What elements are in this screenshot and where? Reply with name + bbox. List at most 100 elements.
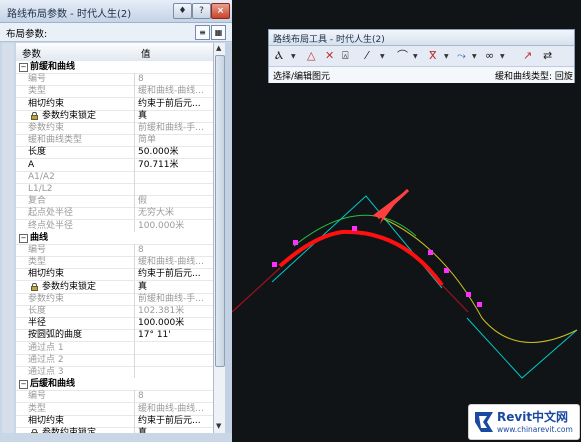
parameter-row[interactable]: 参数约束锁定 真: [16, 280, 213, 294]
scrollbar-thumb[interactable]: [215, 55, 225, 367]
section-header[interactable]: − 曲线: [16, 231, 213, 245]
grip-6[interactable]: [477, 302, 482, 307]
fixed-entity-icon[interactable]: ⴳ: [429, 47, 437, 64]
parameter-name: 编号: [28, 74, 47, 85]
parameter-grid[interactable]: − 前缓和曲线 编号 8 类型 缓和曲线-曲线... 相切约束 约束于前后元... 参数约束锁定…: [16, 61, 213, 433]
chevron-down-icon[interactable]: ▼: [380, 53, 385, 60]
parameter-name-cell: 通过点 1: [16, 341, 135, 354]
parameter-row[interactable]: 相切约束 约束于前后元...: [16, 414, 213, 428]
parameter-row[interactable]: 编号 8: [16, 73, 213, 87]
parameter-row[interactable]: 编号 8: [16, 244, 213, 257]
section-label: 后缓和曲线: [30, 379, 76, 390]
offset-curve-yellow: [381, 217, 578, 343]
grip-3[interactable]: [352, 226, 357, 231]
grip-5[interactable]: [444, 268, 449, 273]
parameter-row[interactable]: 类型 缓和曲线-曲线...: [16, 256, 213, 270]
parameter-value[interactable]: 真: [138, 427, 212, 433]
toolbar-title: 路线布局工具 - 时代人生(2): [273, 35, 385, 45]
parameter-name-cell: 按圆弧的曲度: [16, 329, 135, 342]
alignment-layout-toolbar: 路线布局工具 - 时代人生(2) Ⲁ ▼ △ ✕ ⍓ ⁄ ▼ ⌒ ▼ ⴳ ▼ ⤳ ▼ ∞ ▼…: [268, 29, 575, 83]
chevron-down-icon[interactable]: ▼: [413, 53, 418, 60]
section-header[interactable]: − 前缓和曲线: [16, 61, 213, 74]
grip-1[interactable]: [272, 262, 277, 267]
curve-tool-icon[interactable]: ⌒: [397, 47, 408, 64]
grip-7[interactable]: [466, 292, 471, 297]
parameter-row[interactable]: 缓和曲线类型 简单: [16, 134, 213, 148]
lock-icon[interactable]: [31, 111, 38, 120]
spiral-tool-icon[interactable]: ∞: [485, 47, 494, 64]
parameter-name-cell: 相切约束: [16, 414, 135, 427]
collapse-icon[interactable]: −: [19, 380, 28, 390]
line-tool-icon[interactable]: Ⲁ: [275, 47, 283, 64]
parameter-row[interactable]: A1/A2: [16, 170, 213, 184]
parameter-row[interactable]: 相切约束 约束于前后元...: [16, 97, 213, 111]
parameter-value[interactable]: 约束于前后元...: [138, 268, 212, 280]
parameter-row[interactable]: 复合 假: [16, 195, 213, 209]
reverse-icon[interactable]: ⇄: [543, 47, 552, 64]
section-label: 前缓和曲线: [30, 62, 76, 72]
parameter-row[interactable]: 编号 8: [16, 390, 213, 404]
tangent-line-2[interactable]: [466, 317, 578, 379]
chevron-down-icon[interactable]: ▼: [291, 53, 296, 60]
palette-pin-icon[interactable]: ♦: [173, 3, 192, 19]
parameter-row[interactable]: 类型 缓和曲线-曲线...: [16, 85, 213, 99]
list-view-icon[interactable]: ≡: [195, 25, 210, 40]
parameter-row[interactable]: 通过点 3: [16, 366, 213, 379]
collapse-icon[interactable]: −: [19, 63, 28, 72]
parameter-row[interactable]: 按圆弧的曲度 17° 11': [16, 329, 213, 343]
parameter-row[interactable]: 长度 50.000米: [16, 146, 213, 160]
tangent-line-icon[interactable]: ⁄: [366, 47, 368, 64]
parameter-name: 通过点 2: [28, 354, 64, 365]
section-header[interactable]: − 后缓和曲线: [16, 378, 213, 392]
palette-close-icon[interactable]: ×: [211, 3, 230, 19]
parameter-row[interactable]: 参数约束 前缓和曲线-手...: [16, 292, 213, 306]
parameter-name: 参数约束锁定: [42, 428, 97, 433]
parameter-row[interactable]: 终点处半径 100.000米: [16, 219, 213, 233]
parameter-value[interactable]: 100.000米: [138, 317, 212, 329]
toolbar-title-bar[interactable]: 路线布局工具 - 时代人生(2): [269, 30, 574, 46]
grip-4[interactable]: [428, 250, 433, 255]
parameter-value[interactable]: 真: [138, 281, 212, 293]
collapse-icon[interactable]: −: [19, 233, 28, 243]
parameter-row[interactable]: 半径 100.000米: [16, 317, 213, 331]
parameter-row[interactable]: A 70.711米: [16, 158, 213, 172]
parameter-row[interactable]: 相切约束 约束于前后元...: [16, 268, 213, 282]
table-view-icon[interactable]: ▦: [211, 25, 226, 40]
tangent-tool-icon[interactable]: △: [307, 47, 315, 64]
scroll-down-icon[interactable]: ▼: [216, 422, 221, 430]
palette-help-icon[interactable]: ?: [192, 3, 211, 19]
parameter-value[interactable]: 17° 11': [138, 329, 212, 341]
parameter-value[interactable]: 约束于前后元...: [138, 98, 212, 110]
vertical-scrollbar[interactable]: ▲ ▼: [213, 43, 225, 433]
parameter-row[interactable]: L1/L2: [16, 183, 213, 196]
parameter-value[interactable]: 真: [138, 110, 212, 122]
parameter-name: L1/L2: [28, 184, 53, 194]
chevron-down-icon[interactable]: ▼: [472, 53, 477, 60]
parameter-row[interactable]: 起点处半径 无穷大米: [16, 207, 213, 221]
parameter-row[interactable]: 参数约束锁定 真: [16, 109, 213, 123]
parameter-value[interactable]: 50.000米: [138, 146, 212, 158]
parameter-row[interactable]: 参数约束 前缓和曲线-手...: [16, 122, 213, 135]
parameter-row[interactable]: 参数约束锁定 真: [16, 427, 213, 433]
pi-tool-icon[interactable]: ⍓: [342, 47, 349, 64]
free-entity-icon[interactable]: ⤳: [457, 47, 466, 64]
parameter-value[interactable]: 约束于前后元...: [138, 415, 212, 427]
parameter-row[interactable]: 通过点 2: [16, 353, 213, 367]
column-param-header[interactable]: 参数: [22, 46, 41, 60]
chevron-down-icon[interactable]: ▼: [500, 53, 505, 60]
delete-pi-icon[interactable]: ✕: [325, 47, 334, 64]
section-cell: − 曲线: [16, 232, 134, 244]
column-value-header[interactable]: 值: [141, 46, 151, 60]
parameter-row[interactable]: 长度 102.381米: [16, 305, 213, 318]
parameter-name-cell: A: [16, 158, 135, 171]
parameter-row[interactable]: 类型 缓和曲线-曲线...: [16, 402, 213, 416]
grip-2[interactable]: [293, 240, 298, 245]
parameter-value[interactable]: 70.711米: [138, 159, 212, 171]
scroll-up-icon[interactable]: ▲: [216, 44, 221, 52]
parameter-row[interactable]: 通过点 1: [16, 341, 213, 355]
lock-icon[interactable]: [31, 429, 38, 433]
chevron-down-icon[interactable]: ▼: [444, 53, 449, 60]
palette-title-bar[interactable]: 路线布局参数 - 时代人生(2) ♦ ? ×: [0, 0, 232, 23]
lock-icon[interactable]: [31, 282, 38, 291]
edit-tool-icon[interactable]: ↗: [523, 47, 532, 64]
